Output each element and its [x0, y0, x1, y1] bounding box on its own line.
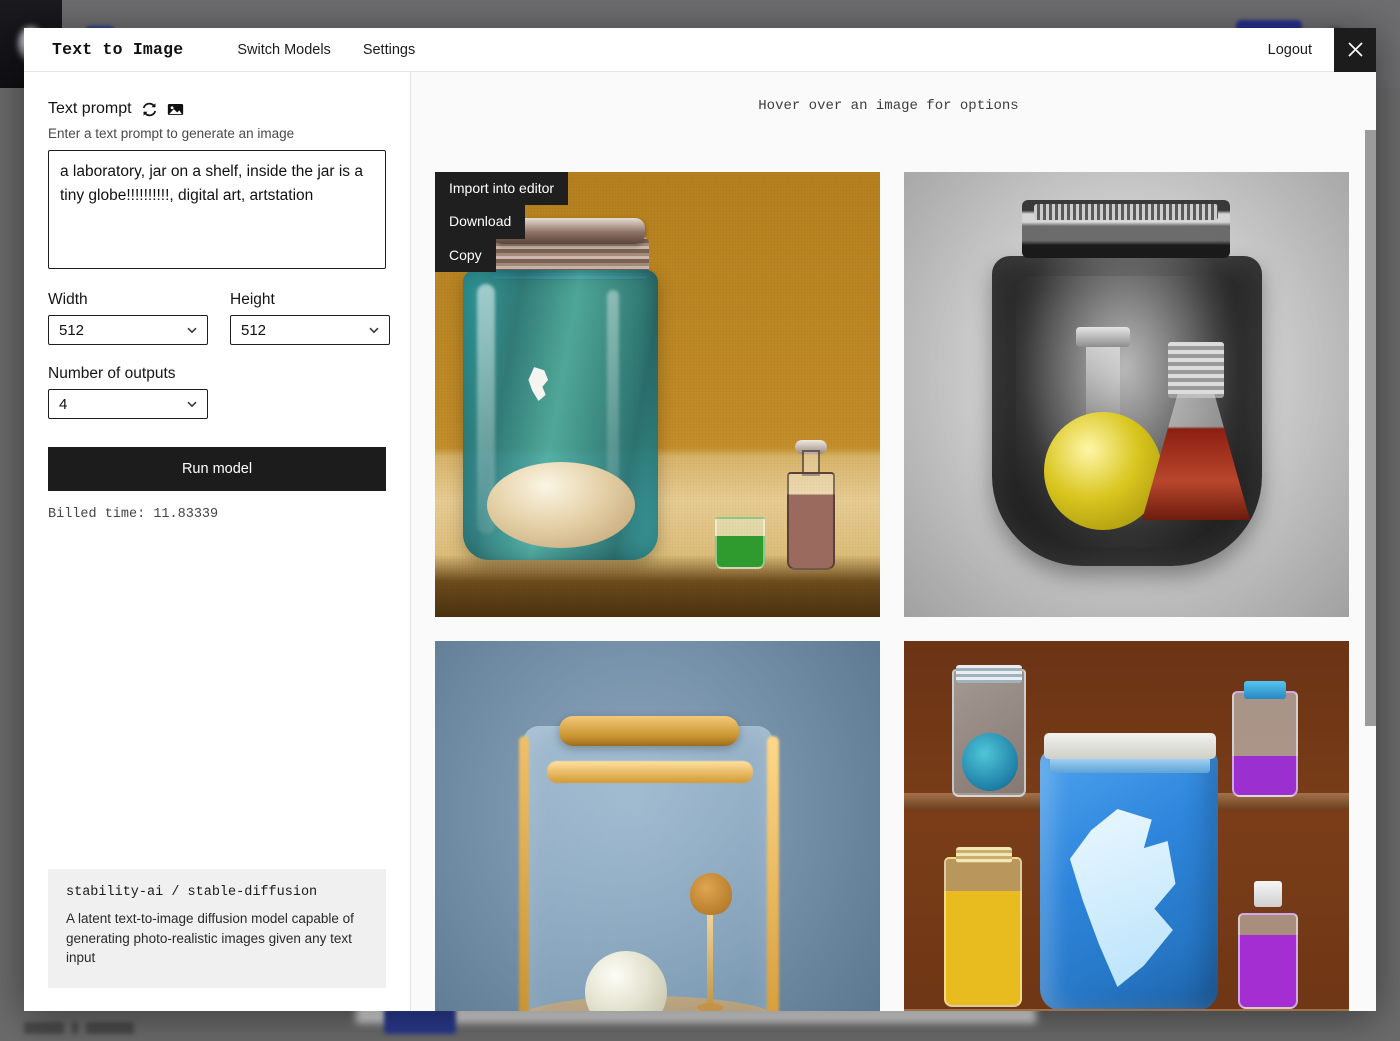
model-info-card: stability-ai / stable-diffusion A latent… [48, 868, 386, 988]
generated-image[interactable] [435, 641, 880, 1011]
close-button[interactable] [1334, 28, 1376, 72]
width-value: 512 [59, 321, 85, 339]
text-to-image-modal: Text to Image Switch Models Settings Log… [24, 28, 1376, 1011]
chevron-down-icon [369, 327, 379, 334]
run-model-button[interactable]: Run model [48, 447, 386, 491]
modal-body: Text prompt Enter a text prompt to gener… [24, 72, 1376, 1011]
generated-image-card[interactable] [904, 172, 1349, 617]
generated-image-card[interactable]: Import into editor Download Copy [435, 172, 880, 617]
chevron-down-icon [187, 327, 197, 334]
background-blue-chip [384, 1008, 456, 1034]
import-into-editor-button[interactable]: Import into editor [435, 172, 569, 206]
model-description: A latent text-to-image diffusion model c… [66, 910, 354, 966]
billed-time-text: Billed time: 11.83339 [48, 507, 219, 522]
download-button[interactable]: Download [435, 205, 526, 239]
controls-panel: Text prompt Enter a text prompt to gener… [24, 72, 411, 1011]
logout-button[interactable]: Logout [1246, 28, 1334, 72]
chevron-down-icon [187, 401, 197, 408]
background-breadcrumb [24, 1022, 134, 1036]
copy-button[interactable]: Copy [435, 238, 496, 273]
prompt-help-text: Enter a text prompt to generate an image [48, 126, 295, 141]
results-scrollbar[interactable] [1365, 130, 1376, 726]
num-outputs-field: Number of outputs 4 [48, 365, 386, 419]
model-name: stability-ai / stable-diffusion [66, 884, 318, 900]
image-icon[interactable] [167, 101, 184, 118]
generated-image[interactable] [904, 641, 1349, 1011]
generated-image[interactable] [904, 172, 1349, 617]
hover-hint-text: Hover over an image for options [758, 98, 1019, 114]
image-hover-actions: Import into editor Download Copy [435, 172, 569, 273]
height-select[interactable]: 512 [230, 315, 390, 345]
generated-image-card[interactable] [435, 641, 880, 1011]
num-outputs-select[interactable]: 4 [48, 389, 208, 419]
results-panel: Hover over an image for options Import i… [411, 72, 1376, 1011]
refresh-icon[interactable] [141, 101, 158, 118]
settings-link[interactable]: Settings [363, 42, 415, 58]
modal-nav: Switch Models Settings [205, 42, 415, 58]
height-field: Height 512 [230, 291, 390, 345]
num-outputs-value: 4 [59, 395, 68, 413]
num-outputs-label: Number of outputs [48, 365, 176, 382]
width-field: Width 512 [48, 291, 208, 345]
generated-image-card[interactable] [904, 641, 1349, 1011]
prompt-input[interactable] [48, 150, 386, 269]
prompt-label: Text prompt [48, 100, 132, 117]
dimensions-row: Width 512 Height 512 [48, 291, 390, 345]
width-select[interactable]: 512 [48, 315, 208, 345]
switch-models-link[interactable]: Switch Models [237, 42, 330, 58]
height-label: Height [230, 291, 275, 308]
width-label: Width [48, 291, 88, 308]
height-value: 512 [241, 321, 267, 339]
image-grid: Import into editor Download Copy [435, 172, 1364, 1011]
close-icon [1347, 42, 1363, 57]
prompt-label-row: Text prompt [48, 100, 386, 118]
page-title: Text to Image [52, 40, 184, 59]
modal-header-right: Logout [1246, 28, 1376, 72]
modal-header: Text to Image Switch Models Settings Log… [24, 28, 1376, 72]
